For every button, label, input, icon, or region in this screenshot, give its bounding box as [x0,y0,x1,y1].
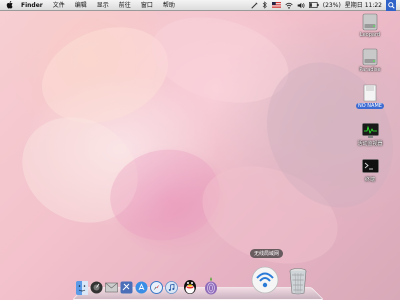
dock-finder-icon[interactable] [76,281,88,295]
dock [74,266,324,298]
battery-percentage: (23%) [322,1,341,9]
menu-app-name[interactable]: Finder [16,0,48,11]
desktop-icon-paradise[interactable]: Paradise [350,48,390,73]
desktop-icon-label: NO NAME [356,103,384,109]
menu-view[interactable]: 显示 [92,0,114,11]
script-pen-icon[interactable] [251,1,258,9]
desktop-icon-label: Paradise [359,67,381,73]
dock-app-store-icon[interactable] [135,281,148,294]
dock-qq-icon[interactable] [181,276,199,295]
dock-itunes-icon[interactable] [165,281,178,294]
activity-monitor-icon [361,121,379,139]
dock-dashboard-icon[interactable] [90,281,103,294]
desktop-icon-label: 终端 [364,177,375,183]
menu-window[interactable]: 窗口 [136,0,158,11]
desktop-icon-label: Leopard [359,32,381,38]
volume-icon[interactable] [297,2,305,9]
dock-mail-icon[interactable] [105,281,118,294]
desktop-icon-terminal[interactable]: 终端 [350,157,390,183]
dock-trash-icon[interactable] [287,266,309,296]
menubar-clock[interactable]: 星期日 11:22 [345,0,382,11]
dock-system-tool-icon[interactable] [120,281,133,294]
desktop-wallpaper [0,0,400,300]
apple-menu-icon[interactable] [2,1,16,9]
bluetooth-icon[interactable] [262,1,268,9]
wifi-icon[interactable] [285,2,293,9]
dock-tor-browser-icon[interactable] [202,274,220,296]
menu-go[interactable]: 前往 [114,0,136,11]
desktop-icon-activity-monitor[interactable]: 活动监视器 [350,121,390,147]
menu-help[interactable]: 帮助 [158,0,180,11]
menu-bar: Finder 文件 编辑 显示 前往 窗口 帮助 (23%) 星期日 11:22 [0,0,400,11]
desktop-icon-label: 活动监视器 [357,141,383,147]
desktop-icon-leopard[interactable]: Leopard [350,13,390,38]
dock-airport-utility-icon[interactable] [250,264,280,296]
hard-drive-icon [361,48,379,66]
removable-disk-icon [361,84,379,102]
battery-icon[interactable] [308,2,319,8]
desktop-icon-no-name[interactable]: NO NAME [350,84,390,109]
menu-file[interactable]: 文件 [48,0,70,11]
menu-edit[interactable]: 编辑 [70,0,92,11]
terminal-icon [361,157,379,175]
flag-icon[interactable] [271,2,281,8]
spotlight-search-icon[interactable] [386,0,396,11]
hard-drive-icon [361,13,379,31]
dock-safari-icon[interactable] [150,281,163,294]
dock-tooltip: 无线局域网 [250,249,284,258]
